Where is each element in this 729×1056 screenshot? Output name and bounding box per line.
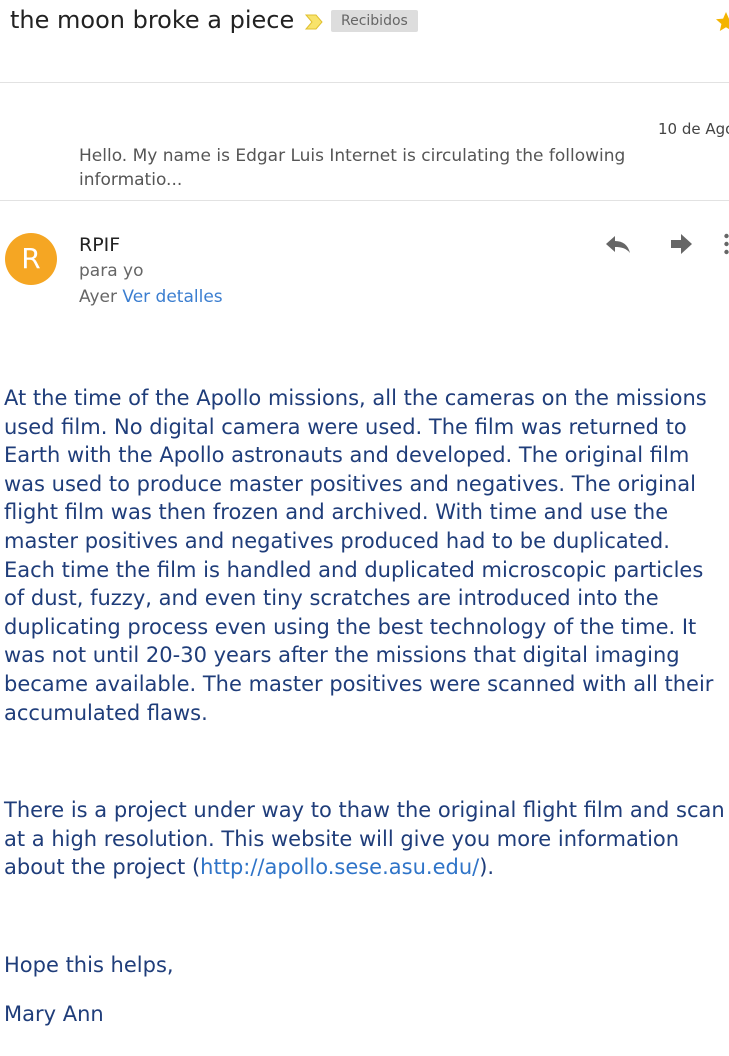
project-website-link[interactable]: http://apollo.sese.asu.edu/: [200, 855, 479, 879]
divider: [0, 82, 729, 83]
sender-avatar[interactable]: R: [5, 233, 57, 285]
reply-icon[interactable]: [604, 231, 632, 261]
message-body-paragraph: There is a project under way to thaw the…: [4, 796, 726, 882]
inbox-label-badge[interactable]: Recibidos: [331, 10, 418, 32]
message-closing: Hope this helps,: [4, 953, 174, 977]
previous-message-date: 10 de Ago: [658, 120, 729, 138]
sender-name: RPIF: [79, 234, 121, 256]
paragraph-text: ).: [479, 855, 495, 880]
divider: [0, 200, 729, 201]
previous-message-snippet[interactable]: Hello. My name is Edgar Luis Internet is…: [79, 144, 649, 192]
forward-icon[interactable]: [668, 231, 694, 261]
star-icon[interactable]: [714, 10, 729, 38]
email-subject: the moon broke a piece: [10, 6, 295, 34]
recipient-line: para yo: [79, 261, 144, 281]
message-signature: Mary Ann: [4, 1002, 104, 1026]
message-body-paragraph: At the time of the Apollo missions, all …: [4, 386, 714, 725]
important-marker-icon[interactable]: [304, 12, 324, 36]
message-time-row: Ayer Ver detalles: [79, 287, 223, 307]
more-vert-icon[interactable]: [724, 232, 729, 260]
view-details-link[interactable]: Ver detalles: [122, 287, 222, 307]
message-time: Ayer: [79, 287, 117, 307]
